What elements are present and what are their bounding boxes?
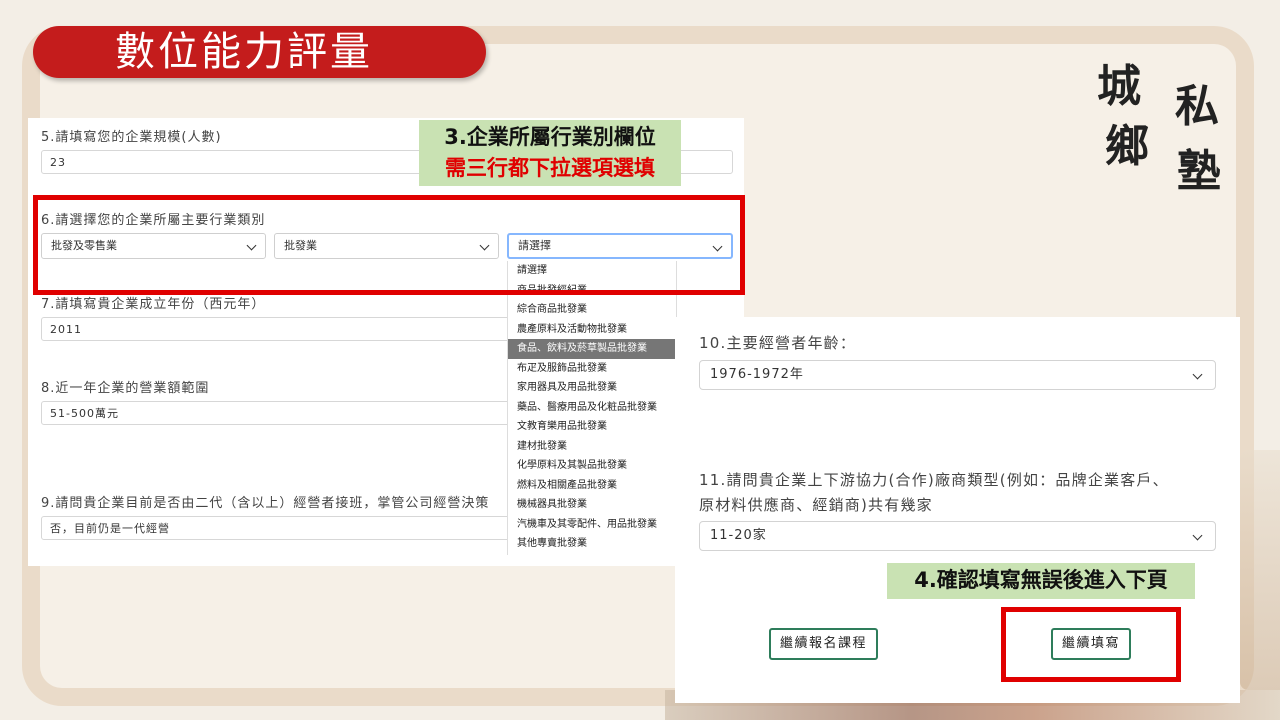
brand-logo: 城 鄉 私 塾	[1095, 55, 1235, 205]
dropdown-option[interactable]: 家用器具及用品批發業	[508, 378, 676, 398]
dropdown-option[interactable]: 綜合商品批發業	[508, 300, 676, 320]
decorative-tree	[1240, 450, 1280, 690]
q10-select[interactable]: 1976-1972年	[699, 360, 1216, 390]
dropdown-option[interactable]: 汽機車及其零配件、用品批發業	[508, 515, 676, 535]
dropdown-option[interactable]: 藥品、醫療用品及化粧品批發業	[508, 398, 676, 418]
q10-label: 10.主要經營者年齡：	[699, 334, 857, 352]
q7-input[interactable]: 2011	[41, 317, 511, 341]
annotation-step3-line2: 需三行都下拉選項選填	[445, 156, 655, 180]
q8-label: 8.近一年企業的營業額範圍	[41, 381, 210, 396]
q9-select[interactable]: 否，目前仍是一代經營	[41, 516, 511, 540]
industry-dropdown-list: 請選擇 商品批發經紀業 綜合商品批發業 農產原料及活動物批發業 食品、飲料及菸草…	[507, 261, 677, 555]
q11-label-line2: 原材料供應商、經銷商)共有幾家	[699, 496, 933, 514]
q10-select-value: 1976-1972年	[710, 367, 804, 382]
annotation-step3-line1: 3.企業所屬行業別欄位	[444, 125, 656, 149]
logo-char-4: 塾	[1177, 146, 1221, 197]
dropdown-option[interactable]: 燃料及相關產品批發業	[508, 476, 676, 496]
q11-select-value: 11-20家	[710, 528, 767, 543]
slide-title: 數位能力評量	[33, 26, 486, 78]
industry-highlight-box	[33, 195, 745, 295]
dropdown-option[interactable]: 文教育樂用品批發業	[508, 417, 676, 437]
q5-label: 5.請填寫您的企業規模(人數)	[41, 130, 222, 145]
dropdown-option[interactable]: 其他專賣批發業	[508, 534, 676, 554]
continue-register-button[interactable]: 繼續報名課程	[769, 628, 878, 660]
q8-select[interactable]: 51-500萬元	[41, 401, 511, 425]
q11-select[interactable]: 11-20家	[699, 521, 1216, 551]
dropdown-option[interactable]: 農產原料及活動物批發業	[508, 320, 676, 340]
dropdown-option[interactable]: 布疋及服飾品批發業	[508, 359, 676, 379]
dropdown-option[interactable]: 化學原料及其製品批發業	[508, 456, 676, 476]
dropdown-option[interactable]: 機械器具批發業	[508, 495, 676, 515]
logo-char-3: 私	[1175, 81, 1219, 132]
q7-label: 7.請填寫貴企業成立年份（西元年）	[41, 297, 266, 312]
q11-label-line1: 11.請問貴企業上下游協力(合作)廠商類型(例如：品牌企業客戶、	[699, 471, 1169, 489]
continue-button-highlight-box	[1001, 607, 1181, 682]
annotation-step4: 4.確認填寫無誤後進入下頁	[887, 563, 1195, 599]
annotation-step3: 3.企業所屬行業別欄位 需三行都下拉選項選填	[419, 120, 681, 186]
chevron-down-icon	[1192, 369, 1203, 380]
dropdown-option[interactable]: 建材批發業	[508, 437, 676, 457]
chevron-down-icon	[1192, 530, 1203, 541]
logo-char-1: 城	[1097, 61, 1141, 112]
dropdown-option-highlighted[interactable]: 食品、飲料及菸草製品批發業	[508, 339, 676, 359]
q9-label: 9.請問貴企業目前是否由二代（含以上）經營者接班，掌管公司經營決策	[41, 496, 490, 511]
logo-char-2: 鄉	[1105, 121, 1149, 172]
